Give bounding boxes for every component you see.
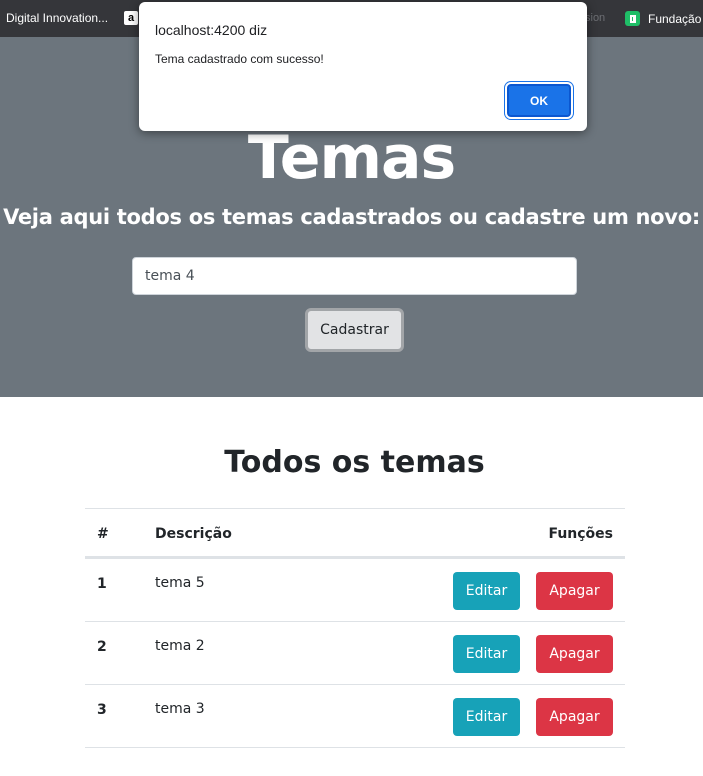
- bookmark-label: Digital Innovation...: [6, 11, 109, 25]
- bookmark-amazon[interactable]: a: [124, 11, 138, 25]
- header-num: #: [97, 526, 109, 542]
- section-title: Todos os temas: [224, 445, 485, 480]
- delete-button[interactable]: Apagar: [536, 572, 613, 610]
- table-row: 1 tema 5 Editar Apagar: [85, 559, 625, 622]
- delete-button[interactable]: Apagar: [536, 698, 613, 736]
- row-num: 2: [97, 639, 107, 655]
- dialog-title: localhost:4200 diz: [155, 22, 268, 38]
- tema-input[interactable]: [132, 257, 577, 295]
- page-subtitle: Veja aqui todos os temas cadastrados ou …: [3, 205, 700, 229]
- delete-button[interactable]: Apagar: [536, 635, 613, 673]
- cadastrar-button[interactable]: Cadastrar: [305, 308, 404, 352]
- edit-button[interactable]: Editar: [453, 698, 520, 736]
- edit-button[interactable]: Editar: [453, 572, 520, 610]
- table-header: # Descrição Funções: [85, 508, 625, 559]
- dialog-ok-button[interactable]: OK: [507, 84, 571, 117]
- row-desc: tema 3: [155, 701, 205, 717]
- green-bookmark-icon: [625, 11, 640, 26]
- temas-table: # Descrição Funções 1 tema 5 Editar Apag…: [85, 508, 625, 748]
- table-row: 3 tema 3 Editar Apagar: [85, 685, 625, 748]
- row-desc: tema 5: [155, 575, 205, 591]
- bookmark-label: Fundação: [648, 11, 702, 26]
- alert-dialog: localhost:4200 diz Tema cadastrado com s…: [139, 2, 587, 131]
- bookmark-fundacao[interactable]: Fundação: [625, 11, 701, 26]
- header-desc: Descrição: [155, 526, 232, 542]
- header-func: Funções: [548, 526, 613, 542]
- edit-button[interactable]: Editar: [453, 635, 520, 673]
- row-num: 3: [97, 702, 107, 718]
- dialog-message: Tema cadastrado com sucesso!: [155, 52, 324, 66]
- row-desc: tema 2: [155, 638, 205, 654]
- page-title: Temas: [247, 123, 456, 193]
- table-row: 2 tema 2 Editar Apagar: [85, 622, 625, 685]
- bookmark-digital-innovation[interactable]: Digital Innovation...: [6, 11, 108, 25]
- amazon-icon: a: [124, 11, 138, 25]
- bookmark-obscured-text: sion: [585, 12, 606, 24]
- row-num: 1: [97, 576, 107, 592]
